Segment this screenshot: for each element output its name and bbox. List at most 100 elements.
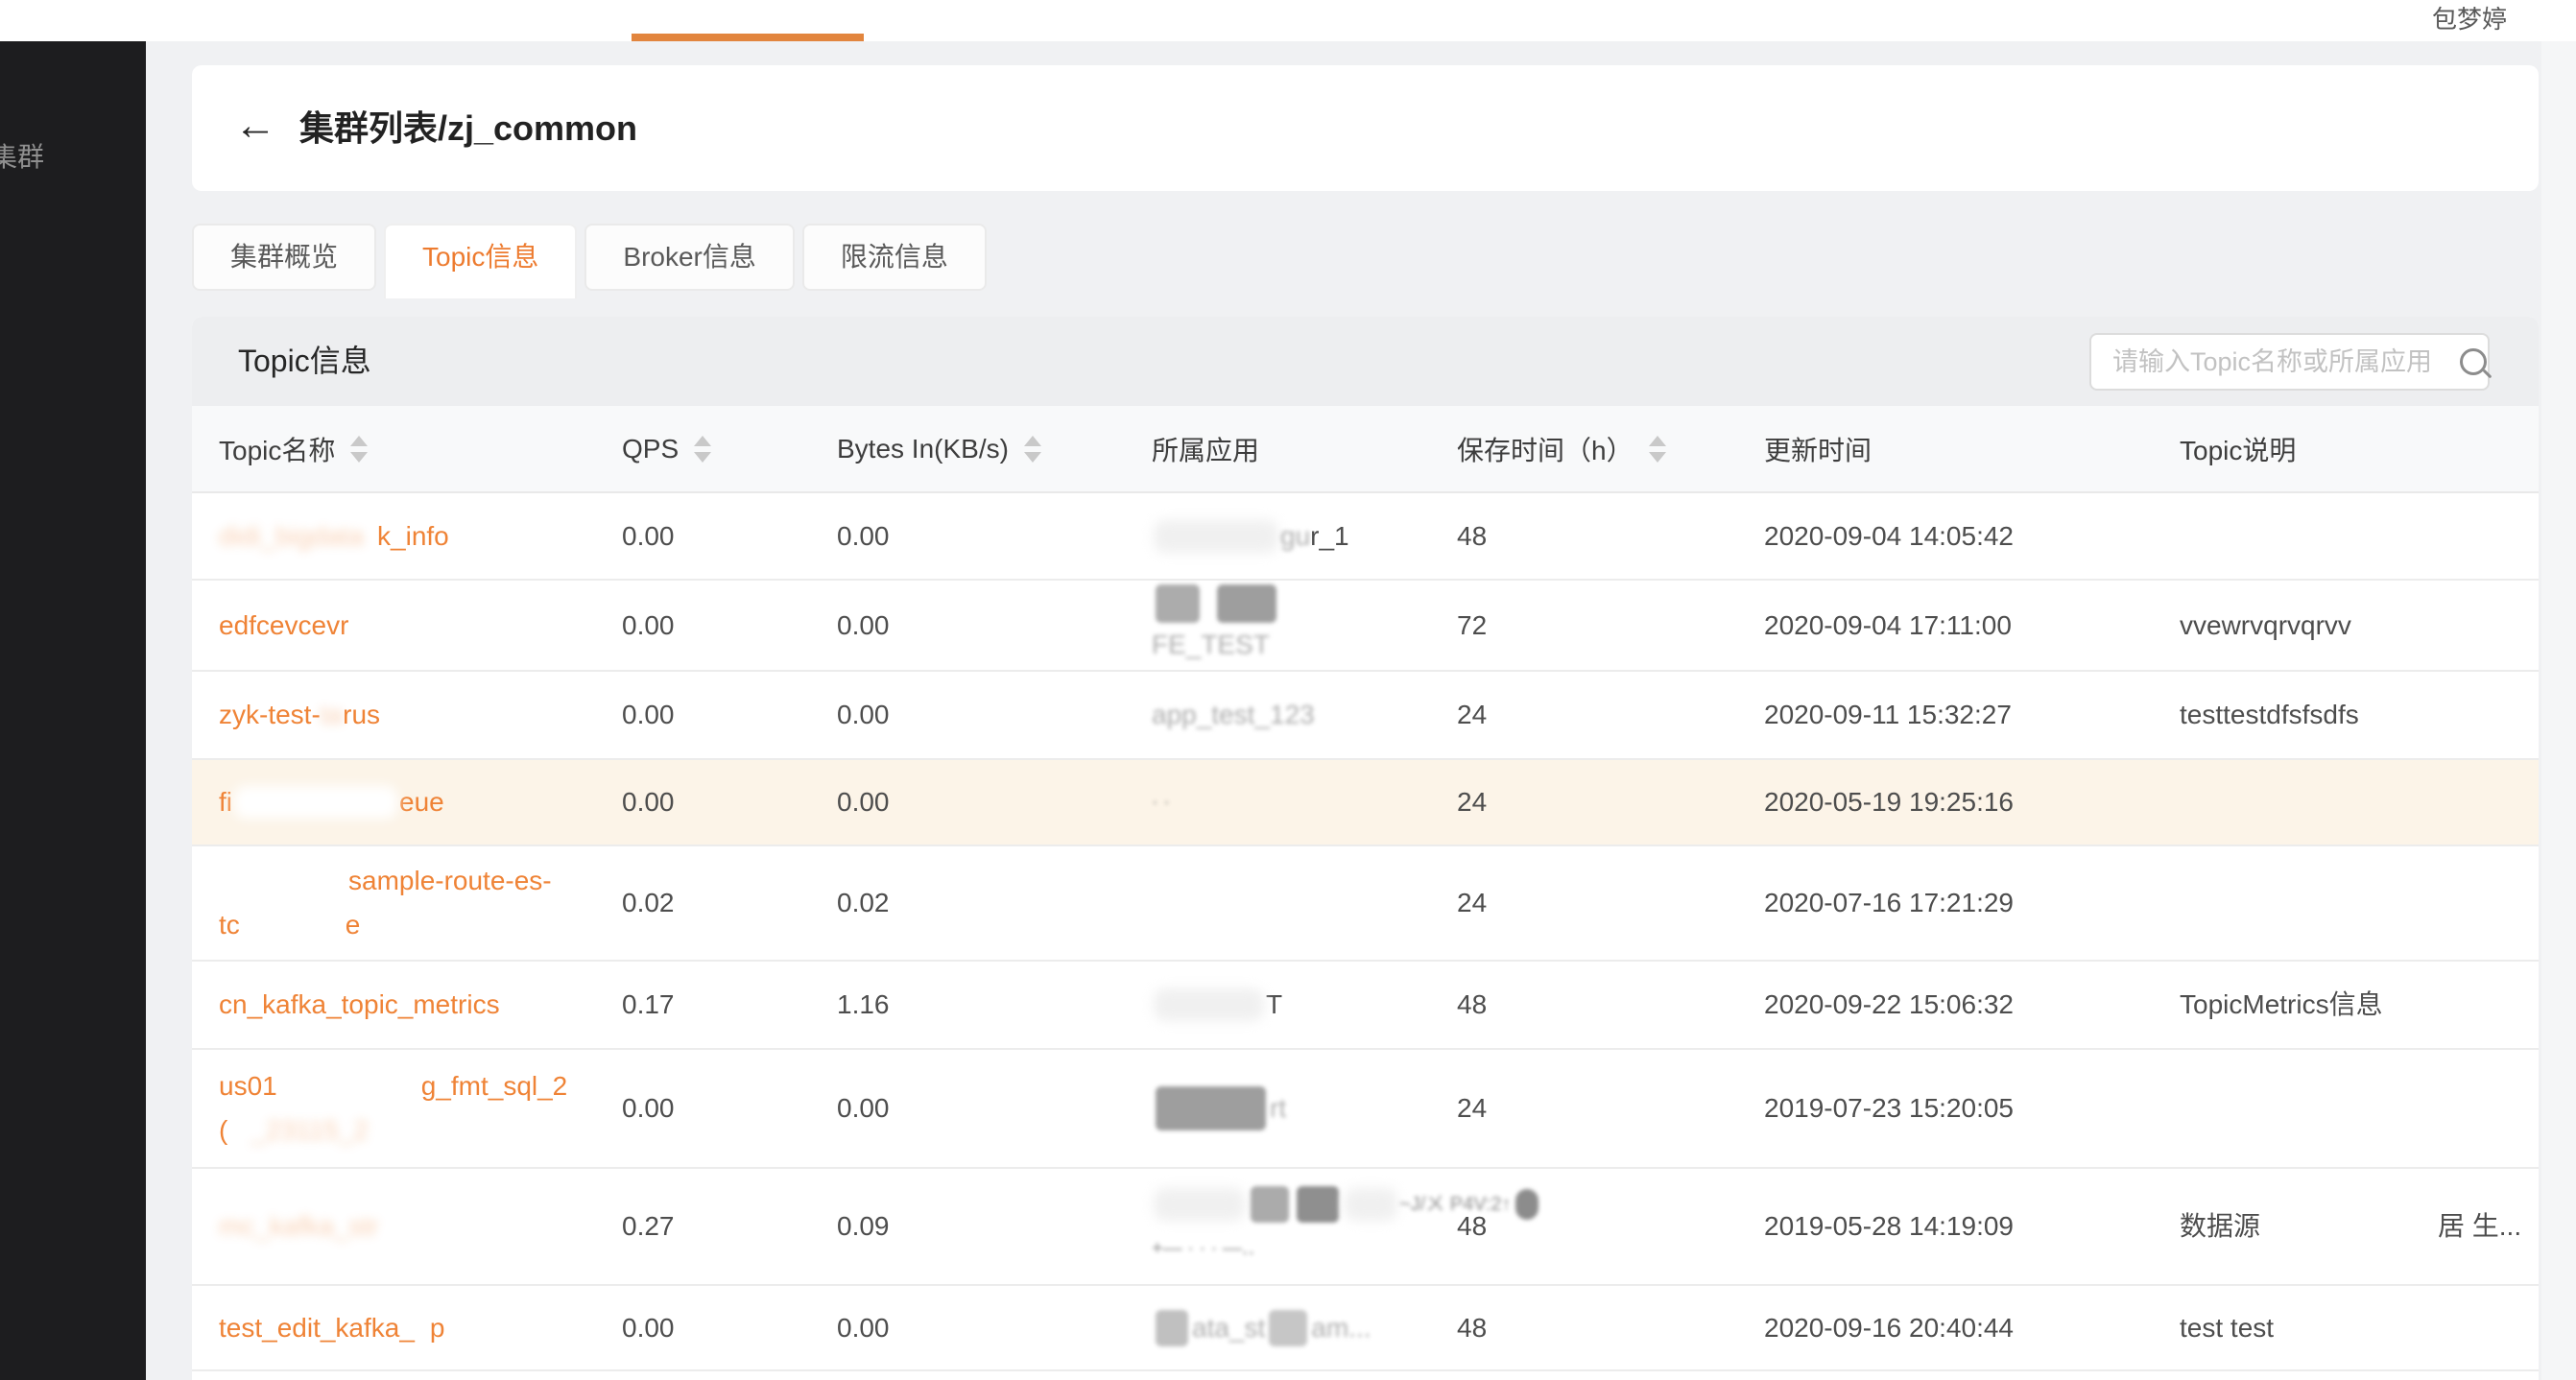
- cell-text: r_1: [1310, 514, 1348, 559]
- cell-text: 0.00: [837, 693, 1125, 737]
- cell-line: zyk-test-tarus: [219, 693, 632, 737]
- qps-cell: 0.00: [622, 760, 814, 845]
- redaction-smudge: [1345, 1188, 1397, 1221]
- topic-info-card: Topic信息 Topic名称QPSBytes In(KB/s)所属应用保存时间…: [192, 317, 2539, 1380]
- retention-cell: 24: [1457, 760, 1735, 845]
- qps-cell: 0.00: [622, 672, 814, 758]
- sort-carets-icon[interactable]: [1024, 436, 1041, 463]
- cell-line: edfcevcevr: [219, 604, 632, 648]
- topic-name-cell: zyk-test-tarus: [219, 672, 632, 758]
- cell-line: fi eue: [219, 780, 632, 824]
- topic-link-fragment[interactable]: fi: [219, 780, 232, 824]
- scrollbar-track[interactable]: [2541, 41, 2576, 1380]
- qps-cell: 0.00: [622, 581, 814, 670]
- cell-text: 2020-09-22 15:06:32: [1764, 983, 2167, 1027]
- caret-up-icon[interactable]: [1649, 436, 1666, 446]
- cell-text: 2020-09-11 15:32:27: [1764, 693, 2167, 737]
- topic-name-cell: edfcevcevr: [219, 581, 632, 670]
- back-arrow-icon[interactable]: ←: [234, 65, 276, 191]
- bytes-in-cell: 0.02: [837, 846, 1125, 960]
- column-header: Topic名称: [219, 406, 368, 491]
- caret-up-icon[interactable]: [694, 436, 711, 446]
- cell-text: 0.27: [622, 1204, 814, 1249]
- topic-link-fragment[interactable]: edfcevcevr: [219, 604, 348, 648]
- sort-carets-icon[interactable]: [694, 436, 711, 463]
- cell-text: 24: [1457, 780, 1735, 824]
- cell-text: 2020-09-04 17:11:00: [1764, 604, 2167, 648]
- sidebar-item-cluster[interactable]: 集群: [0, 136, 44, 175]
- cell-text: 0.00: [837, 1306, 1125, 1350]
- caret-up-icon[interactable]: [1024, 436, 1041, 446]
- topic-link-fragment[interactable]: tc: [219, 903, 240, 947]
- top-navigation-bar: 包梦婷: [0, 0, 2576, 41]
- topic-name-cell: us01g_fmt_sql_2(_23115_2: [219, 1050, 632, 1167]
- table-body: didi_bigdatak_info0.000.00gur_1482020-09…: [192, 493, 2539, 1371]
- cell-text: 0.00: [837, 514, 1125, 559]
- redaction-smudge: [234, 786, 397, 819]
- topic-link-fragment[interactable]: (: [219, 1108, 227, 1153]
- column-header: 保存时间（h）: [1457, 406, 1666, 491]
- tab-cluster-overview[interactable]: 集群概览: [192, 224, 376, 291]
- cell-text: 2020-09-16 20:40:44: [1764, 1306, 2167, 1350]
- updated-time-cell: 2020-09-04 17:11:00: [1764, 581, 2167, 670]
- topic-link-fragment[interactable]: k_info: [377, 514, 449, 559]
- bytes-in-cell: 1.16: [837, 962, 1125, 1048]
- topic-link-fragment[interactable]: cn_kafka_topic_metrics: [219, 983, 500, 1027]
- topic-link-fragment[interactable]: eue: [399, 780, 444, 824]
- cell-text: 48: [1457, 514, 1735, 559]
- redaction-block: [1156, 584, 1200, 623]
- column-header: Bytes In(KB/s): [837, 406, 1041, 491]
- cell-text: 2019-07-23 15:20:05: [1764, 1086, 2167, 1130]
- cell-text: 0.09: [837, 1204, 1125, 1249]
- cell-text: test test: [2180, 1306, 2429, 1350]
- topic-desc-cell: vvewrvqrvqrvv: [2180, 581, 2429, 670]
- cell-text: 24: [1457, 881, 1735, 925]
- section-header: Topic信息: [192, 317, 2539, 406]
- caret-down-icon[interactable]: [694, 452, 711, 463]
- cell-text: 2020-05-19 19:25:16: [1764, 780, 2167, 824]
- cell-text: 48: [1457, 1306, 1735, 1350]
- sort-carets-icon[interactable]: [1649, 436, 1666, 463]
- column-header-label: 更新时间: [1764, 430, 1872, 468]
- redacted-text: am...: [1311, 1306, 1371, 1350]
- qps-cell: 0.02: [622, 846, 814, 960]
- tab-throttle-info[interactable]: 限流信息: [802, 224, 987, 291]
- topic-link-fragment[interactable]: zyk-test-: [219, 693, 321, 737]
- redacted-tiny-text: · ·: [1152, 780, 1170, 824]
- topic-link-fragment[interactable]: rus: [343, 693, 380, 737]
- caret-up-icon[interactable]: [350, 436, 368, 446]
- topic-link-fragment[interactable]: g_fmt_sql_2: [421, 1064, 568, 1108]
- search-icon[interactable]: [2460, 348, 2487, 375]
- column-header-label: Topic说明: [2180, 430, 2296, 468]
- search-input[interactable]: [2091, 347, 2452, 377]
- topic-link-fragment[interactable]: p: [430, 1306, 445, 1350]
- table-row: mc_kafka_str0.270.09~J/ㄨ P4V:2↑+— · · · …: [192, 1169, 2539, 1286]
- cell-text: 0.00: [622, 780, 814, 824]
- topic-link-fragment[interactable]: sample-route-es-: [348, 859, 552, 903]
- user-name[interactable]: 包梦婷: [2432, 0, 2507, 41]
- topic-link-fragment[interactable]: test_edit_kafka_: [219, 1306, 415, 1350]
- sort-carets-icon[interactable]: [350, 436, 368, 463]
- retention-cell: 48: [1457, 962, 1735, 1048]
- cell-line: tc e: [219, 903, 632, 947]
- retention-cell: 48: [1457, 493, 1735, 579]
- retention-cell: 24: [1457, 846, 1735, 960]
- column-header: Topic说明: [2180, 406, 2296, 491]
- cell-text: 0.00: [622, 693, 814, 737]
- redaction-smudge: [1154, 988, 1264, 1021]
- table-header-row: Topic名称QPSBytes In(KB/s)所属应用保存时间（h）更新时间T…: [192, 406, 2539, 493]
- cell-text: TopicMetrics信息: [2180, 983, 2429, 1027]
- topic-link-fragment[interactable]: us01: [219, 1064, 277, 1108]
- updated-time-cell: 2020-09-11 15:32:27: [1764, 672, 2167, 758]
- retention-cell: 72: [1457, 581, 1735, 670]
- topic-link-fragment[interactable]: e: [346, 903, 361, 947]
- caret-down-icon[interactable]: [350, 452, 368, 463]
- column-header-label: 所属应用: [1152, 430, 1259, 468]
- caret-down-icon[interactable]: [1649, 452, 1666, 463]
- redaction-smudge: [1154, 520, 1278, 553]
- caret-down-icon[interactable]: [1024, 452, 1041, 463]
- updated-time-cell: 2020-09-16 20:40:44: [1764, 1286, 2167, 1369]
- tab-topic-info[interactable]: Topic信息: [384, 224, 577, 298]
- tab-broker-info[interactable]: Broker信息: [584, 224, 794, 291]
- section-title: Topic信息: [238, 317, 371, 406]
